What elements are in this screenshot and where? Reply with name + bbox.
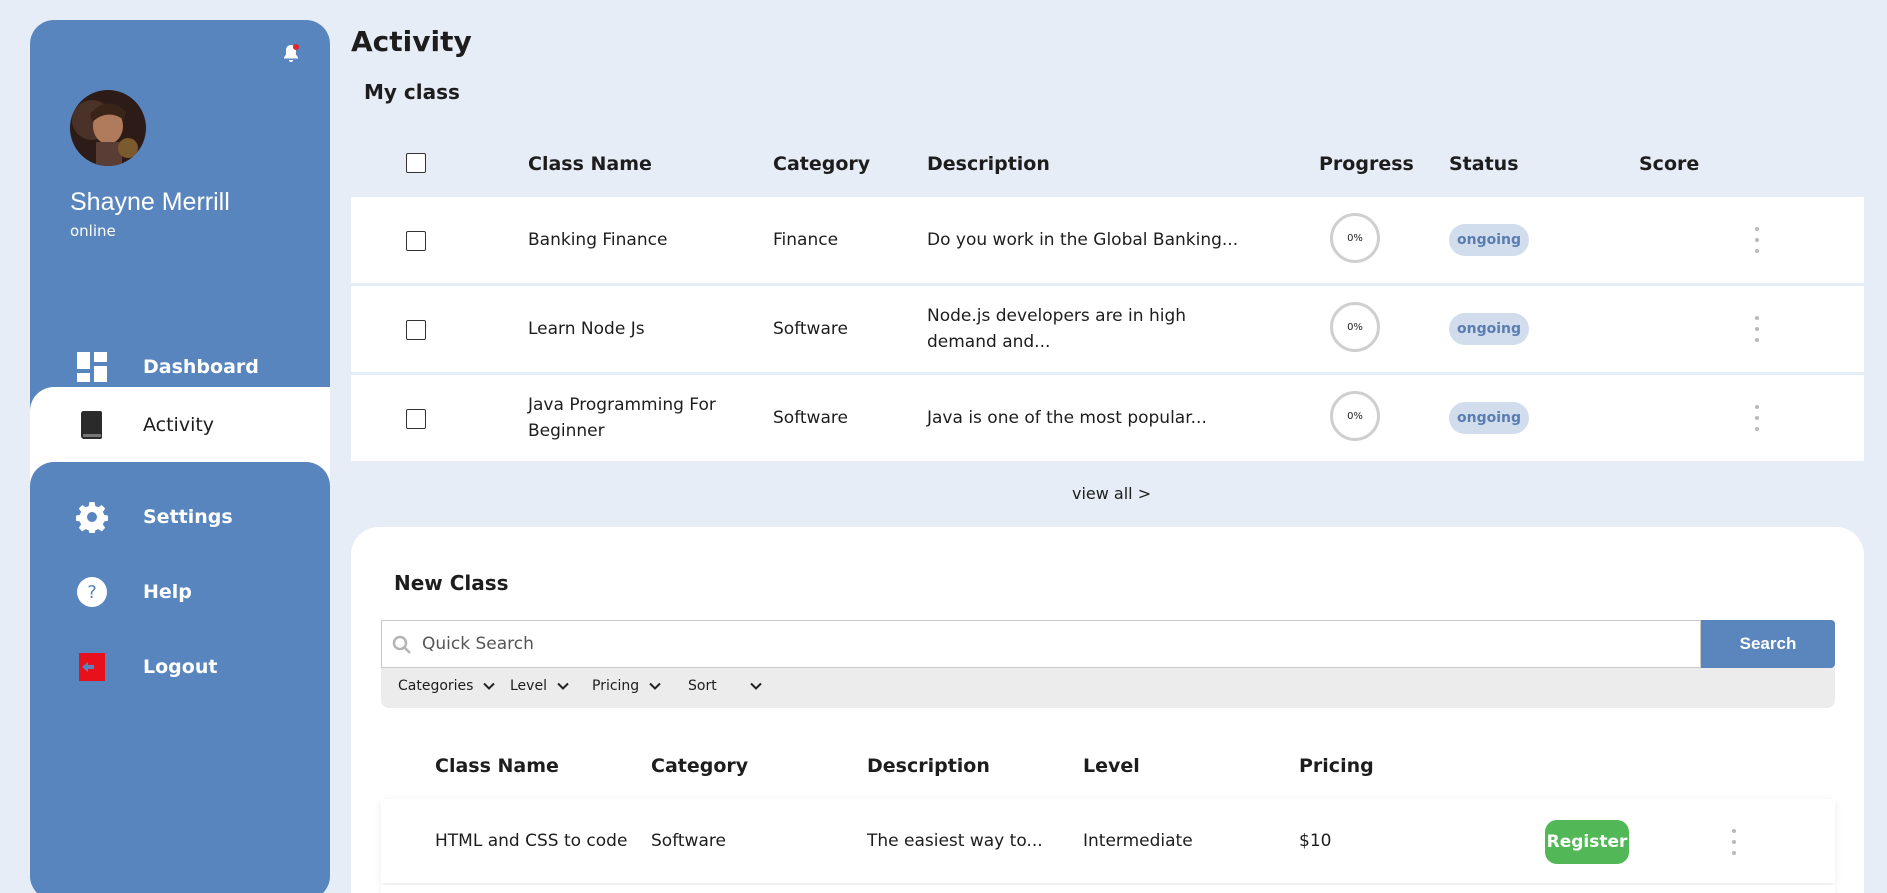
class-category: Finance (773, 230, 839, 250)
help-icon: ? (76, 576, 108, 608)
class-category: Software (773, 408, 848, 428)
nav-item-activity[interactable]: Activity (30, 387, 330, 462)
class-description: Java is one of the most popular... (927, 408, 1207, 428)
register-button[interactable]: Register (1545, 820, 1629, 864)
new-class-title: New Class (394, 571, 509, 595)
table-row[interactable]: Learn Node Js Software Node.js developer… (351, 286, 1864, 372)
header-progress: Progress (1319, 153, 1414, 175)
class-description: Do you work in the Global Banking... (927, 230, 1239, 250)
avatar[interactable] (70, 90, 146, 166)
search-box (381, 620, 1701, 668)
table-row[interactable]: Banking Finance Finance Do you work in t… (351, 197, 1864, 283)
progress-ring: 0% (1330, 302, 1380, 352)
header-category: Category (773, 153, 871, 175)
nav-label-dashboard: Dashboard (143, 355, 259, 378)
row-checkbox[interactable] (406, 320, 426, 340)
progress-ring: 0% (1330, 391, 1380, 441)
class-level: Intermediate (1083, 831, 1193, 851)
more-options-icon[interactable] (1731, 829, 1737, 855)
chevron-down-icon (750, 682, 762, 690)
dashboard-icon (76, 351, 108, 383)
filter-pricing-dropdown[interactable]: Pricing (592, 678, 661, 694)
nc-header-description: Description (867, 755, 990, 777)
class-pricing: $10 (1299, 831, 1332, 851)
filter-label: Sort (688, 678, 717, 694)
chevron-down-icon (649, 682, 661, 690)
row-checkbox[interactable] (406, 409, 426, 429)
chevron-down-icon (557, 682, 569, 690)
class-name: Java Programming For Beginner (528, 395, 716, 441)
select-all-checkbox[interactable] (406, 153, 426, 173)
chevron-down-icon (483, 682, 496, 690)
header-status: Status (1449, 153, 1519, 175)
filter-level-dropdown[interactable]: Level (510, 678, 569, 694)
view-all-link[interactable]: view all > (1072, 484, 1151, 503)
page-title: Activity (351, 25, 472, 58)
nav-label-activity: Activity (143, 413, 215, 436)
table-row[interactable]: HTML and CSS to code Software The easies… (381, 799, 1835, 883)
nc-header-category: Category (651, 755, 749, 777)
header-score: Score (1639, 153, 1700, 175)
nc-header-pricing: Pricing (1299, 755, 1374, 777)
header-class-name: Class Name (528, 153, 652, 175)
class-category: Software (651, 831, 726, 851)
user-status: online (70, 222, 116, 240)
class-category: Software (773, 319, 848, 339)
class-name: Banking Finance (528, 230, 668, 250)
filter-label: Pricing (592, 678, 640, 694)
status-badge: ongoing (1449, 313, 1530, 345)
svg-text:?: ? (87, 582, 97, 603)
nav-item-help[interactable]: ? Help (30, 554, 330, 629)
filter-label: Categories (398, 678, 474, 694)
filter-sort-dropdown[interactable]: Sort (688, 678, 762, 694)
search-button[interactable]: Search (1701, 620, 1835, 668)
filter-categories-dropdown[interactable]: Categories (398, 678, 496, 694)
section-title-my-class: My class (364, 80, 460, 104)
class-name: HTML and CSS to code (435, 831, 628, 851)
more-options-icon[interactable] (1754, 316, 1760, 342)
new-class-panel: New Class Search Categories Level Pricin… (351, 527, 1864, 893)
class-description: Node.js developers are in high demand an… (927, 306, 1187, 352)
logout-icon (76, 651, 108, 683)
more-options-icon[interactable] (1754, 405, 1760, 431)
book-icon (76, 409, 108, 441)
nav-label-help: Help (143, 580, 192, 603)
row-checkbox[interactable] (406, 231, 426, 251)
nav-label-logout: Logout (143, 655, 218, 678)
gear-icon (76, 501, 108, 533)
nav-item-settings[interactable]: Settings (30, 479, 330, 554)
status-badge: ongoing (1449, 224, 1530, 256)
progress-ring: 0% (1330, 213, 1380, 263)
notification-bell-icon[interactable] (279, 42, 303, 66)
table-row[interactable]: Java Programming For Beginner Software J… (351, 375, 1864, 461)
class-description: The easiest way to... (867, 831, 1043, 851)
table-row[interactable] (381, 885, 1835, 893)
nc-header-level: Level (1083, 755, 1140, 777)
sidebar: Shayne Merrill online Dashboard Activity (30, 20, 330, 893)
nc-header-class-name: Class Name (435, 755, 559, 777)
user-name: Shayne Merrill (70, 188, 230, 216)
more-options-icon[interactable] (1754, 227, 1760, 253)
filter-bar: Categories Level Pricing Sort (381, 668, 1835, 708)
search-input[interactable] (422, 631, 1682, 657)
filter-label: Level (510, 678, 547, 694)
header-description: Description (927, 153, 1050, 175)
nav-item-logout[interactable]: Logout (30, 629, 330, 704)
class-name: Learn Node Js (528, 319, 645, 339)
status-badge: ongoing (1449, 402, 1530, 434)
nav-label-settings: Settings (143, 505, 233, 528)
search-icon (390, 633, 414, 657)
